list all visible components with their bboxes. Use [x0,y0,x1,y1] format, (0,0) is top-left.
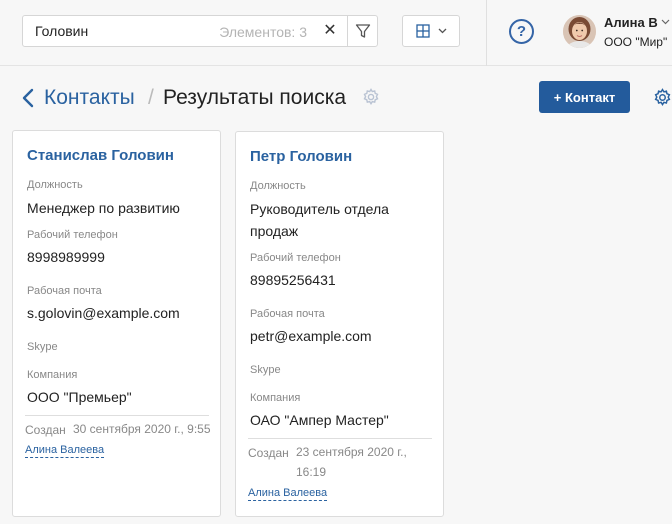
author-link[interactable]: Алина Валеева [248,487,328,501]
breadcrumb-separator: / [148,86,154,109]
created-value: 30 сентября 2020 г., 9:55 [73,422,211,436]
contact-name-link[interactable]: Петр Головин [250,148,352,165]
work-phone-value: 89895256431 [250,272,336,288]
search-box: Элементов: 3 ✕ [22,15,378,47]
avatar[interactable] [563,15,596,48]
user-name[interactable]: Алина В [604,15,658,30]
card-divider [248,438,432,439]
back-arrow-icon[interactable] [20,87,36,109]
top-divider [486,0,487,66]
search-result-count: Элементов: 3 [219,24,307,40]
search-input[interactable] [35,23,205,39]
position-value: Руководитель отдела продаж [250,201,389,239]
company-value: ООО "Премьер" [27,389,132,405]
add-contact-button[interactable]: + Контакт [539,81,630,113]
user-organization: ООО "Мир" [604,35,668,49]
work-phone-value: 8998989999 [27,249,105,265]
gear-icon[interactable] [362,88,380,106]
position-label: Должность [27,179,83,191]
clear-search-icon[interactable]: ✕ [321,22,339,40]
position-label: Должность [250,180,306,192]
contact-name-link[interactable]: Станислав Головин [27,147,174,164]
contact-card: Станислав Головин Должность Менеджер по … [12,130,221,517]
company-label: Компания [250,392,301,404]
work-email-value: petr@example.com [250,328,372,344]
chevron-down-icon [438,28,446,34]
company-label: Компания [27,369,78,381]
work-email-label: Рабочая почта [250,308,325,320]
filter-button[interactable] [348,16,378,46]
work-email-value: s.golovin@example.com [27,305,180,321]
position-value: Менеджер по развитию [27,200,180,216]
created-value: 23 сентября 2020 г., 16:19 [296,445,407,479]
page-settings-gear-icon[interactable] [653,88,672,107]
skype-label: Skype [27,341,58,353]
top-bar: Элементов: 3 ✕ ? Ал [0,0,672,66]
user-menu-chevron-icon[interactable] [661,17,670,28]
author-link[interactable]: Алина Валеева [25,444,105,458]
filter-icon [355,24,371,38]
work-phone-label: Рабочий телефон [27,229,118,241]
help-icon[interactable]: ? [509,19,534,44]
grid-view-icon [415,24,430,38]
skype-label: Skype [250,364,281,376]
work-email-label: Рабочая почта [27,285,102,297]
created-label: Создан [248,446,289,460]
company-value: ОАО "Ампер Мастер" [250,412,389,428]
avatar-image [563,15,596,48]
card-divider [25,415,209,416]
breadcrumb-contacts-link[interactable]: Контакты [44,86,135,110]
work-phone-label: Рабочий телефон [250,252,341,264]
view-mode-button[interactable] [402,15,460,47]
contact-card: Петр Головин Должность Руководитель отде… [235,131,444,517]
page-title: Результаты поиска [163,86,347,109]
created-label: Создан [25,423,66,437]
